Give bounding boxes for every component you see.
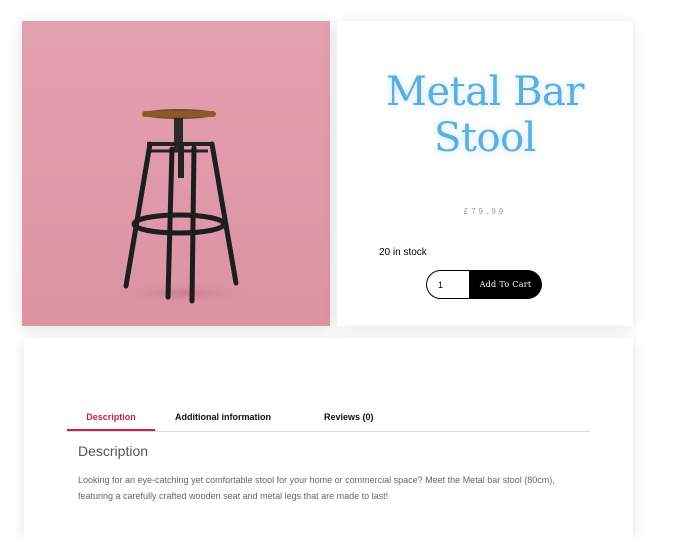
- product-tabs: Description Additional information Revie…: [67, 404, 590, 432]
- product-photo: [22, 21, 330, 326]
- tab-additional-information[interactable]: Additional information: [175, 404, 271, 429]
- stock-status: 20 in stock: [379, 247, 427, 258]
- product-details-card: Description Additional information Revie…: [24, 338, 633, 538]
- product-price: £79.99: [463, 207, 507, 216]
- product-title-line-1: Metal Bar: [386, 69, 584, 115]
- bar-stool-image: [22, 21, 330, 326]
- product-title: Metal Bar Stool: [337, 69, 633, 161]
- tab-reviews[interactable]: Reviews (0): [324, 404, 374, 429]
- product-image-card: [22, 21, 330, 326]
- quantity-value: 1: [438, 280, 444, 290]
- description-heading: Description: [78, 443, 149, 459]
- add-to-cart-button[interactable]: Add To Cart: [469, 270, 542, 299]
- description-text: Looking for an eye-catching yet comforta…: [78, 475, 555, 501]
- product-title-line-2: Stool: [434, 115, 536, 161]
- add-to-cart-form: 1 Add To Cart: [426, 270, 544, 299]
- tab-description[interactable]: Description: [67, 404, 155, 431]
- product-info-card: Metal Bar Stool £79.99 20 in stock 1 Add…: [337, 21, 633, 326]
